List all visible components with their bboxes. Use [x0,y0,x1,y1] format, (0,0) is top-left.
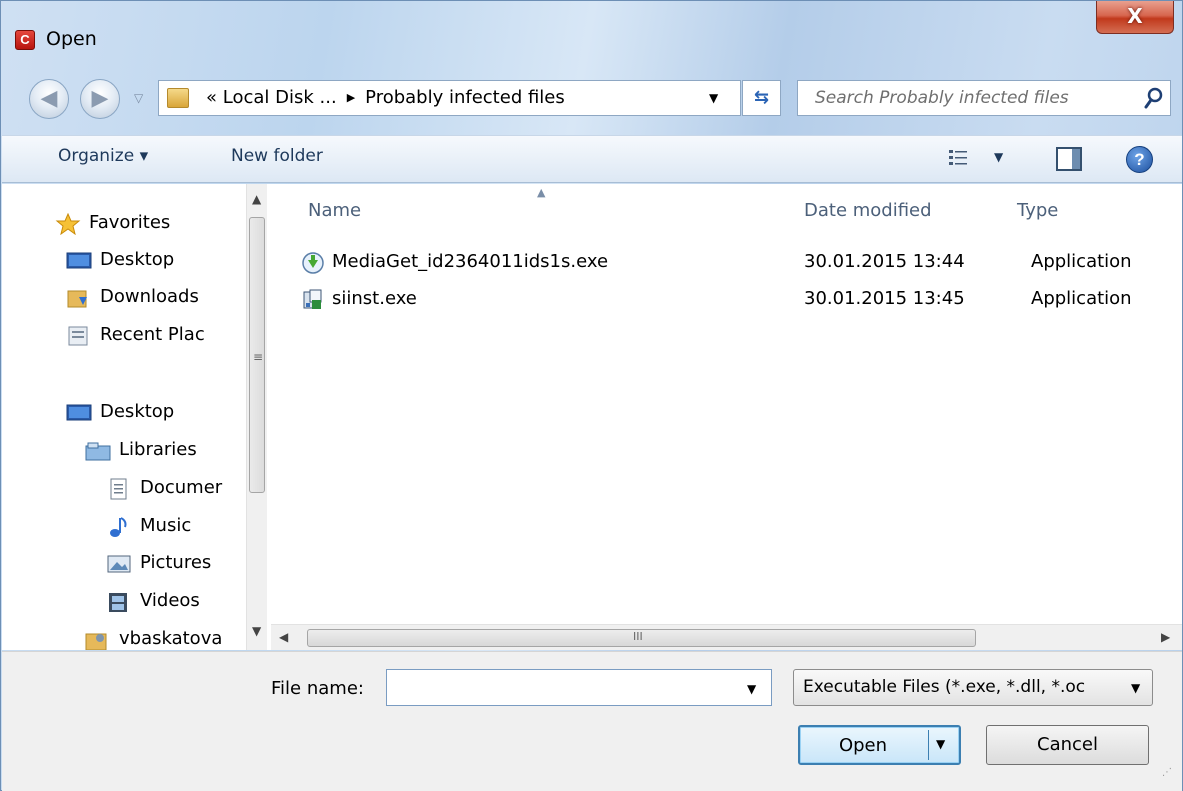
column-header-type[interactable]: Type [1017,200,1058,221]
details-view-icon [949,150,967,165]
preview-pane-button[interactable] [1056,147,1082,171]
file-type-dropdown-icon: ▼ [1131,681,1141,695]
sidebar-item-label: Documer [140,477,223,498]
scrollbar-thumb[interactable]: III [307,629,976,647]
file-type-select[interactable]: Executable Files (*.exe, *.dll, *.oc ▼ [793,669,1153,706]
command-bar: Organize ▾ New folder ▼ ? [2,135,1182,183]
navigation-pane: Favorites Desktop Downloads Recent Plac [2,184,267,650]
content-area: Favorites Desktop Downloads Recent Plac [2,184,1182,650]
file-name-label: File name: [271,678,364,699]
back-arrow-icon: ◀ [40,86,58,111]
open-button-label: Open [838,735,888,756]
scroll-right-arrow-icon[interactable]: ▶ [1161,630,1170,644]
views-dropdown-icon: ▼ [994,150,1004,164]
scroll-up-arrow-icon[interactable]: ▲ [252,192,261,206]
videos-icon [109,593,127,612]
navigation-pane-scrollbar[interactable]: ▲ ≡ ▼ [246,184,267,650]
scrollbar-thumb[interactable]: ≡ [249,217,265,493]
resize-grip-icon[interactable]: ⋰ [1162,768,1178,786]
file-list: ▲ Name Date modified Type MediaGet_id236… [271,184,1182,650]
scrollbar-grip-icon: III [633,630,643,643]
file-name-input[interactable] [387,670,727,705]
sidebar-item-label: vbaskatova [119,628,223,649]
window-title: Open [46,28,97,50]
desktop-icon [66,404,92,421]
downloads-icon [67,290,87,308]
breadcrumb: « Local Disk ... ▶ Probably infected files [206,87,565,108]
folder-icon [167,88,189,108]
sidebar-item-label: Music [140,515,192,536]
breadcrumb-current[interactable]: Probably infected files [365,87,565,108]
file-type: Application [1031,251,1132,272]
open-button[interactable]: Open ▼ [798,725,961,765]
mediaget-icon [302,252,324,274]
cancel-button[interactable]: Cancel [986,725,1149,765]
title-bar[interactable]: C Open X [1,1,1182,75]
file-name-dropdown-icon[interactable]: ▼ [747,682,756,696]
sidebar-item-label: Pictures [140,552,212,573]
documents-icon [110,478,127,500]
close-button[interactable]: X [1096,1,1174,34]
file-name: siinst.exe [332,288,417,309]
split-divider [928,730,929,760]
pictures-icon [107,555,131,573]
sidebar-item-label: Desktop [100,401,175,422]
file-type-selected: Executable Files (*.exe, *.dll, *.oc [803,677,1086,697]
forward-button[interactable]: ▶ [80,79,120,119]
sidebar-item-label: Favorites [89,212,171,233]
file-type: Application [1031,288,1132,309]
recent-locations-dropdown[interactable]: ▽ [134,91,143,105]
back-button[interactable]: ◀ [29,79,69,119]
breadcrumb-overflow[interactable]: « [206,87,217,108]
app-icon: C [15,30,35,50]
column-header-name[interactable]: Name [308,200,361,221]
help-button[interactable]: ? [1126,146,1153,173]
scroll-down-arrow-icon[interactable]: ▼ [252,624,261,638]
file-date-modified: 30.01.2015 13:44 [804,251,965,272]
address-bar[interactable]: « Local Disk ... ▶ Probably infected files… [158,80,741,116]
file-row[interactable]: MediaGet_id2364011ids1s.exe 30.01.2015 1… [301,248,1161,280]
refresh-icon: ⇆ [753,87,770,108]
refresh-button[interactable]: ⇆ [742,80,781,116]
search-box[interactable] [797,80,1171,116]
bottom-panel: File name: ▼ Executable Files (*.exe, *.… [2,651,1182,791]
sort-ascending-icon: ▲ [537,186,546,199]
forward-arrow-icon: ▶ [91,86,109,111]
sidebar-item-label: Videos [140,590,200,611]
address-dropdown-icon[interactable]: ▼ [709,91,718,105]
column-header-date-modified[interactable]: Date modified [804,200,932,221]
libraries-icon [85,442,111,461]
sidebar-item-label: Recent Plac [100,324,205,345]
breadcrumb-local-disk[interactable]: Local Disk ... [223,87,337,108]
sidebar-item-label: Downloads [100,286,199,307]
change-view-button[interactable]: ▼ [948,148,1018,172]
sidebar-item-label: Libraries [119,439,197,460]
music-icon [110,517,127,537]
desktop-icon [66,252,92,269]
open-options-dropdown-icon[interactable]: ▼ [936,737,945,751]
installer-icon [303,289,322,309]
user-folder-icon [85,633,107,650]
new-folder-button[interactable]: New folder [231,146,323,166]
organize-button[interactable]: Organize ▾ [58,146,148,166]
file-row[interactable]: siinst.exe 30.01.2015 13:45 Application [301,285,1161,317]
search-input[interactable] [798,81,1128,115]
sidebar-item-label: Desktop [100,249,175,270]
star-icon [55,213,81,235]
file-date-modified: 30.01.2015 13:45 [804,288,965,309]
scroll-left-arrow-icon[interactable]: ◀ [279,630,288,644]
open-dialog: C Open X ◀ ▶ ▽ « Local Disk ... ▶ Probably… [0,0,1183,791]
file-name: MediaGet_id2364011ids1s.exe [332,251,609,272]
file-name-combobox[interactable]: ▼ [386,669,772,706]
breadcrumb-separator-icon[interactable]: ▶ [347,91,355,104]
recent-places-icon [68,326,88,346]
file-list-horizontal-scrollbar[interactable]: ◀ III ▶ [271,624,1182,650]
scrollbar-grip-icon: ≡ [253,350,264,364]
search-icon[interactable] [1143,85,1167,111]
